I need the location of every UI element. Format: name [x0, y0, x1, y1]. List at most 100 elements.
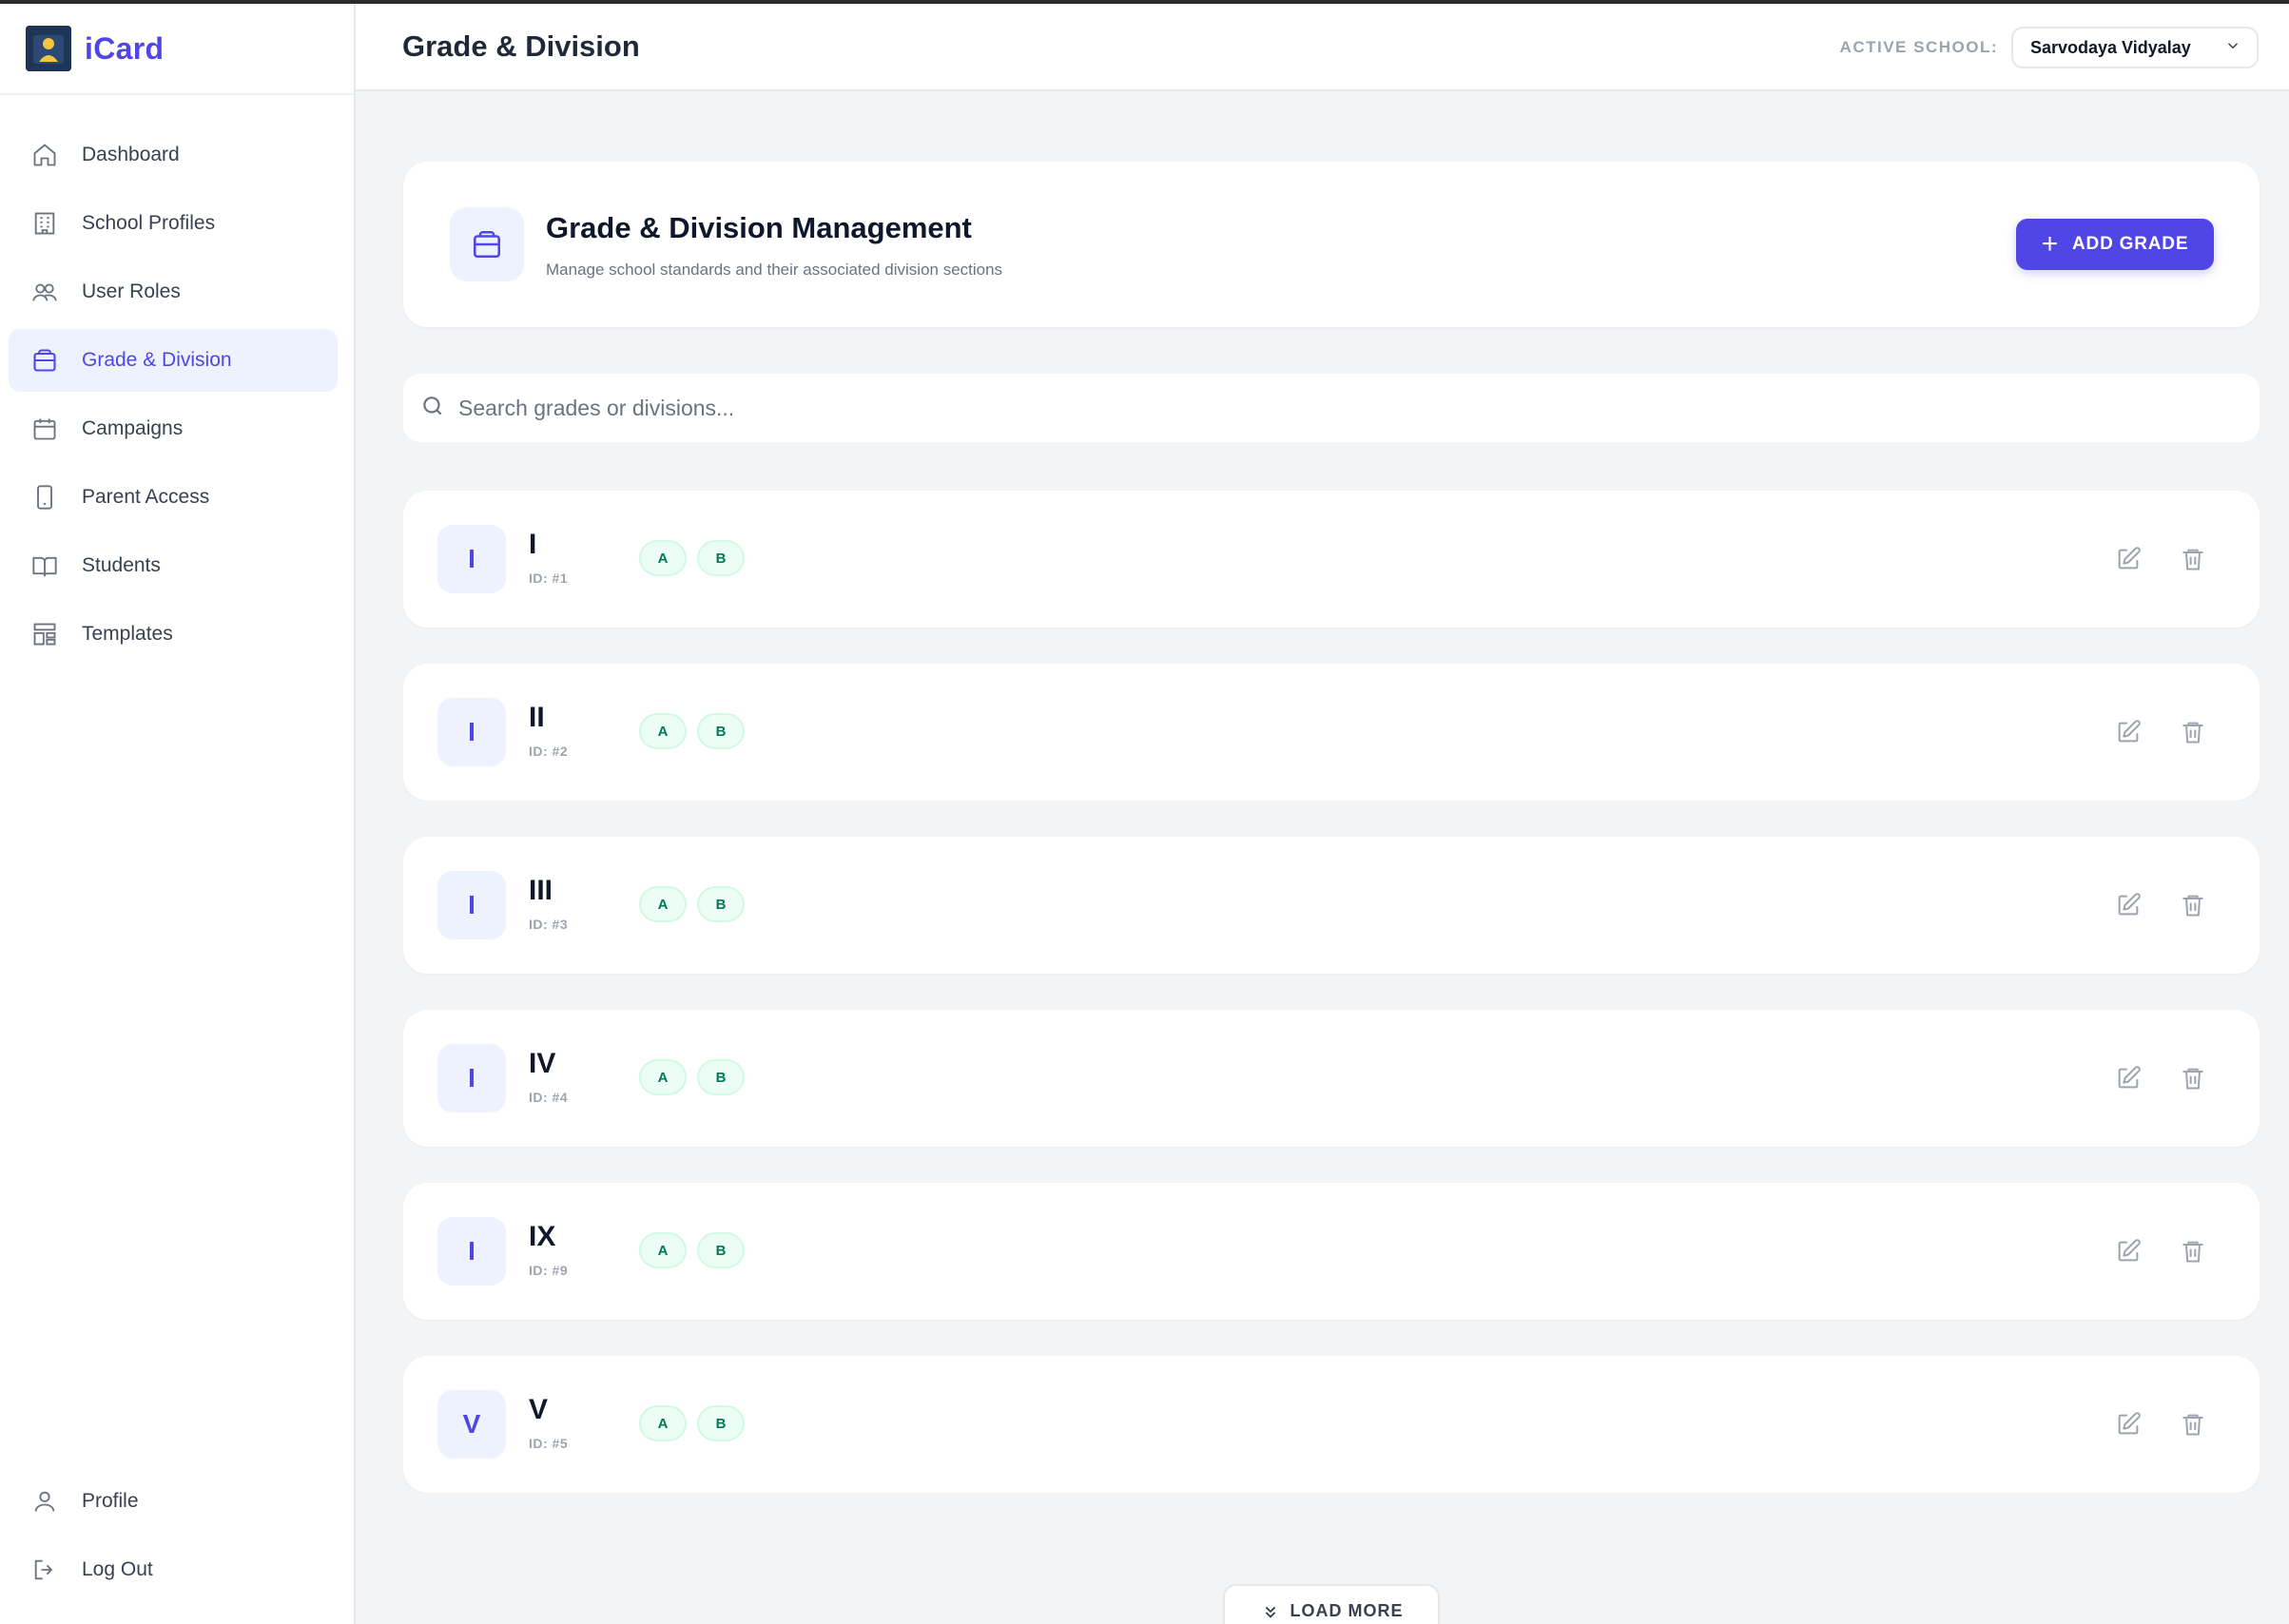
- edit-button[interactable]: [2109, 713, 2147, 751]
- edit-button[interactable]: [2109, 1232, 2147, 1270]
- division-chip[interactable]: A: [639, 540, 687, 576]
- division-chip[interactable]: B: [697, 1232, 745, 1268]
- division-chip[interactable]: B: [697, 713, 745, 749]
- grade-name: IV: [529, 1048, 556, 1079]
- delete-button[interactable]: [2174, 1232, 2212, 1270]
- book-icon: [31, 552, 58, 579]
- edit-button[interactable]: [2109, 540, 2147, 578]
- grade-badge: I: [437, 698, 506, 766]
- layout-icon: [31, 621, 58, 648]
- division-chips: AB: [639, 540, 755, 576]
- sidebar-item-label: Campaigns: [82, 417, 184, 439]
- grade-name: I: [529, 529, 537, 560]
- trash-icon: [2182, 895, 2203, 917]
- chevrons-down-icon: [1260, 1601, 1290, 1624]
- users-icon: [31, 279, 58, 305]
- load-more-button[interactable]: LOAD MORE: [1223, 1584, 1440, 1624]
- sidebar-item-user-roles[interactable]: User Roles: [9, 261, 338, 323]
- layers-icon: [31, 347, 58, 374]
- grade-row: V V ID: #5 AB: [403, 1356, 2260, 1493]
- edit-button[interactable]: [2109, 1059, 2147, 1097]
- division-chip[interactable]: B: [697, 1405, 745, 1441]
- row-actions: [2083, 713, 2212, 751]
- add-grade-button[interactable]: + ADD GRADE: [2016, 219, 2214, 270]
- management-title: Grade & Division Management: [546, 211, 972, 244]
- division-chip[interactable]: A: [639, 713, 687, 749]
- grade-badge: I: [437, 525, 506, 593]
- delete-button[interactable]: [2174, 713, 2212, 751]
- school-select[interactable]: Sarvodaya Vidyalay: [2011, 27, 2259, 68]
- sidebar-item-label: Grade & Division: [82, 349, 232, 371]
- grade-id: ID: #3: [529, 917, 569, 932]
- row-actions: [2083, 886, 2212, 924]
- sidebar-item-label: Dashboard: [82, 144, 180, 165]
- division-chip[interactable]: B: [697, 540, 745, 576]
- chevron-down-icon: [2224, 37, 2241, 59]
- grade-row: I III ID: #3 AB: [403, 837, 2260, 974]
- grade-id: ID: #1: [529, 570, 569, 586]
- division-chip[interactable]: A: [639, 1059, 687, 1095]
- top-header: Grade & Division ACTIVE SCHOOL: Sarvoday…: [356, 4, 2289, 91]
- sidebar-item-school-profiles[interactable]: School Profiles: [9, 192, 338, 255]
- edit-icon: [2118, 1066, 2141, 1089]
- division-chips: AB: [639, 1405, 755, 1441]
- main-content: Grade & Division Management Manage schoo…: [356, 91, 2289, 1624]
- row-actions: [2083, 1232, 2212, 1270]
- edit-button[interactable]: [2109, 1405, 2147, 1443]
- grade-id: ID: #9: [529, 1263, 569, 1278]
- division-chips: AB: [639, 886, 755, 922]
- search-icon: [420, 394, 445, 423]
- row-actions: [2083, 1405, 2212, 1443]
- layers-icon: [450, 207, 524, 281]
- sidebar-item-label: Log Out: [82, 1558, 153, 1580]
- calendar-icon: [31, 416, 58, 442]
- division-chip[interactable]: A: [639, 886, 687, 922]
- page-title: Grade & Division: [402, 29, 640, 63]
- grade-name: II: [529, 702, 545, 733]
- division-chips: AB: [639, 1232, 755, 1268]
- active-school: ACTIVE SCHOOL: Sarvodaya Vidyalay: [1840, 27, 2259, 68]
- sidebar-item-parent-access[interactable]: Parent Access: [9, 466, 338, 529]
- grade-badge: I: [437, 1044, 506, 1112]
- delete-button[interactable]: [2174, 1405, 2212, 1443]
- grade-name: IX: [529, 1221, 556, 1252]
- management-card: Grade & Division Management Manage schoo…: [403, 162, 2260, 327]
- division-chip[interactable]: A: [639, 1405, 687, 1441]
- sidebar-item-students[interactable]: Students: [9, 534, 338, 597]
- delete-button[interactable]: [2174, 1059, 2212, 1097]
- sidebar-bottom: Profile Log Out: [0, 1470, 354, 1607]
- division-chips: AB: [639, 1059, 755, 1095]
- sidebar-item-logout[interactable]: Log Out: [9, 1538, 338, 1601]
- grade-row: I II ID: #2 AB: [403, 664, 2260, 801]
- edit-icon: [2118, 1239, 2141, 1262]
- sidebar-item-grade-division[interactable]: Grade & Division: [9, 329, 338, 392]
- sidebar-item-dashboard[interactable]: Dashboard: [9, 124, 338, 186]
- load-more-label: LOAD MORE: [1290, 1601, 1404, 1620]
- sidebar-item-templates[interactable]: Templates: [9, 603, 338, 666]
- division-chip[interactable]: A: [639, 1232, 687, 1268]
- grade-id: ID: #2: [529, 744, 569, 759]
- edit-icon: [2118, 1412, 2141, 1435]
- sidebar-item-profile[interactable]: Profile: [9, 1470, 338, 1533]
- grade-row: I IX ID: #9 AB: [403, 1183, 2260, 1320]
- row-actions: [2083, 1059, 2212, 1097]
- edit-button[interactable]: [2109, 886, 2147, 924]
- row-actions: [2083, 540, 2212, 578]
- sidebar-item-label: Parent Access: [82, 486, 210, 508]
- delete-button[interactable]: [2174, 540, 2212, 578]
- sidebar-item-label: User Roles: [82, 280, 181, 302]
- brand[interactable]: iCard: [0, 4, 354, 95]
- sidebar-item-label: Profile: [82, 1490, 139, 1512]
- delete-button[interactable]: [2174, 886, 2212, 924]
- brand-logo-icon: [26, 26, 71, 71]
- grade-id: ID: #4: [529, 1090, 569, 1105]
- search-input[interactable]: [458, 395, 2075, 421]
- sidebar-item-campaigns[interactable]: Campaigns: [9, 397, 338, 460]
- grade-id: ID: #5: [529, 1436, 569, 1451]
- division-chip[interactable]: B: [697, 886, 745, 922]
- add-grade-label: ADD GRADE: [2072, 234, 2189, 254]
- grade-row: I IV ID: #4 AB: [403, 1010, 2260, 1147]
- division-chip[interactable]: B: [697, 1059, 745, 1095]
- user-icon: [31, 1488, 58, 1515]
- logout-icon: [31, 1556, 58, 1583]
